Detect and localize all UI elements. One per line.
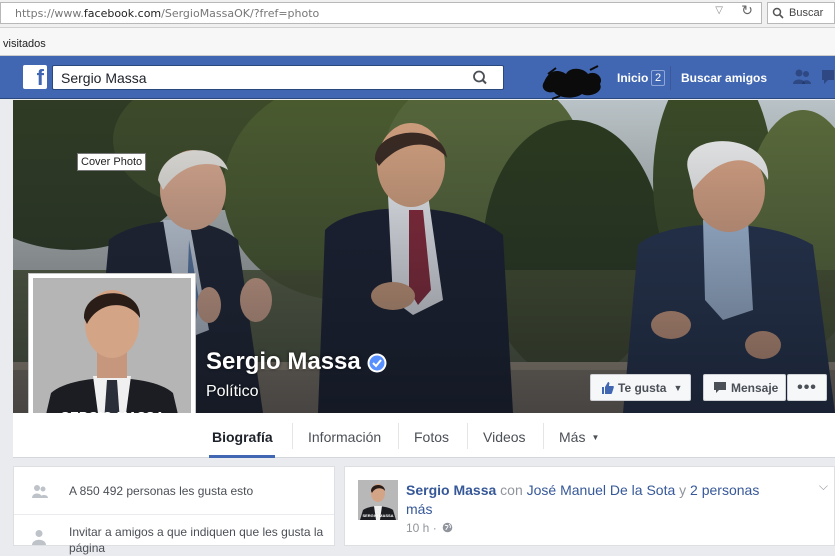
reload-icon[interactable]: ↻ bbox=[741, 3, 753, 19]
likes-count-row: A 850 492 personas les gusta esto bbox=[14, 467, 334, 515]
message-icon bbox=[714, 382, 726, 393]
url-domain: facebook.com bbox=[83, 6, 162, 20]
page-title[interactable]: Sergio Massa bbox=[206, 348, 361, 376]
bookmarks-bar: visitados bbox=[0, 28, 835, 56]
post-options-chevron-icon[interactable]: ⌵ bbox=[819, 479, 828, 494]
message-button-label: Mensaje bbox=[731, 380, 779, 395]
browser-search-box[interactable]: Buscar bbox=[767, 2, 835, 24]
friend-requests-icon[interactable] bbox=[792, 68, 812, 86]
timeline-post: SERGIO MASSA Sergio Massa con José Manue… bbox=[344, 466, 835, 546]
url-history-dropdown-icon[interactable]: ▽ bbox=[715, 5, 723, 16]
post-avatar-art: SERGIO MASSA bbox=[358, 480, 398, 520]
facebook-search-input[interactable] bbox=[53, 66, 453, 89]
search-icon[interactable] bbox=[457, 66, 503, 89]
nav-home-count-badge: 2 bbox=[651, 70, 666, 86]
facebook-logo-icon[interactable]: f bbox=[23, 65, 47, 90]
nav-divider bbox=[670, 66, 671, 90]
address-bar[interactable]: https://www. facebook.com/SergioMassaOK/?… bbox=[0, 2, 762, 24]
dropdown-caret-icon: ▼ bbox=[673, 382, 683, 393]
post-time-text: 10 h · bbox=[406, 521, 437, 535]
browser-toolbar: https://www. facebook.com/SergioMassaOK/?… bbox=[0, 0, 835, 28]
search-icon bbox=[772, 7, 784, 19]
message-button[interactable]: Mensaje bbox=[703, 374, 786, 401]
tabs-left-spacer bbox=[13, 413, 196, 458]
tab-videos[interactable]: Videos bbox=[483, 429, 526, 445]
messages-icon[interactable] bbox=[820, 67, 835, 87]
verified-badge-icon bbox=[367, 353, 387, 373]
like-page-button[interactable]: Te gusta ▼ bbox=[590, 374, 691, 401]
page-likes-count: A 850 492 personas les gusta esto bbox=[69, 484, 254, 498]
like-button-label: Te gusta bbox=[618, 380, 667, 395]
tab-more[interactable]: Más ▼ bbox=[559, 429, 599, 445]
post-header: Sergio Massa con José Manuel De la Sota … bbox=[406, 481, 776, 519]
people-icon bbox=[32, 485, 48, 498]
post-with-text: con bbox=[500, 482, 523, 498]
tab-divider bbox=[292, 423, 293, 449]
globe-icon bbox=[442, 522, 453, 533]
nav-find-friends-link[interactable]: Buscar amigos bbox=[681, 71, 767, 85]
url-protocol: https://www. bbox=[15, 6, 84, 20]
page-info-card: A 850 492 personas les gusta esto Invita… bbox=[13, 466, 335, 555]
invite-friends-text[interactable]: Invitar a amigos a que indiquen que les … bbox=[69, 524, 331, 556]
chevron-down-icon: ▼ bbox=[591, 433, 600, 442]
cover-photo-tooltip: Cover Photo bbox=[77, 153, 147, 171]
tab-timeline[interactable]: Biografía bbox=[212, 429, 273, 445]
tab-about[interactable]: Información bbox=[308, 429, 381, 445]
tab-divider bbox=[543, 423, 544, 449]
post-and-text: y bbox=[679, 482, 687, 498]
tab-divider bbox=[398, 423, 399, 449]
tab-photos[interactable]: Fotos bbox=[414, 429, 449, 445]
post-timestamp[interactable]: 10 h · bbox=[406, 521, 453, 535]
post-avatar-caption: SERGIO MASSA bbox=[362, 513, 393, 518]
nav-home-link[interactable]: Inicio bbox=[617, 71, 648, 85]
more-options-button[interactable]: ••• bbox=[787, 374, 827, 401]
person-icon bbox=[32, 530, 46, 545]
tab-divider bbox=[467, 423, 468, 449]
post-author-link[interactable]: Sergio Massa bbox=[406, 482, 496, 498]
redacted-scribble bbox=[542, 65, 602, 100]
page-category[interactable]: Político bbox=[206, 383, 258, 401]
facebook-search bbox=[52, 65, 504, 90]
post-tagged-person-link[interactable]: José Manuel De la Sota bbox=[527, 482, 676, 498]
bookmark-visitados[interactable]: visitados bbox=[3, 38, 46, 50]
browser-search-placeholder: Buscar bbox=[789, 7, 824, 19]
page-tabs: Biografía Información Fotos Videos Más ▼ bbox=[196, 413, 835, 458]
url-path: /SergioMassaOK/?fref=photo bbox=[161, 6, 320, 20]
active-tab-indicator bbox=[209, 455, 275, 458]
thumbs-up-icon bbox=[602, 381, 614, 394]
tab-more-label: Más bbox=[559, 429, 586, 445]
post-author-avatar[interactable]: SERGIO MASSA bbox=[358, 480, 398, 520]
